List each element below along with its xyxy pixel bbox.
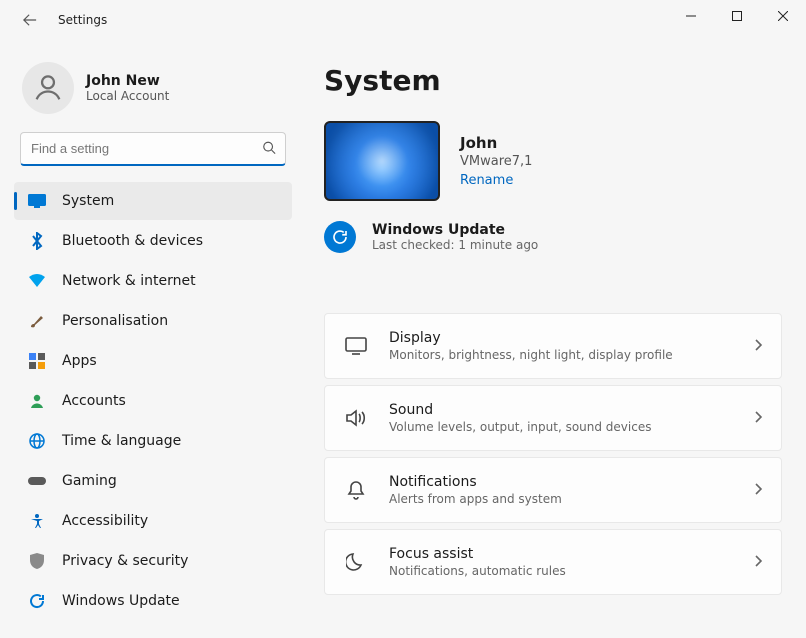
windows-update-title: Windows Update	[372, 222, 538, 238]
maximize-icon	[732, 11, 742, 21]
sidebar-item-privacy-security[interactable]: Privacy & security	[14, 542, 292, 580]
main: System John VMware7,1 Rename Windows Upd…	[300, 40, 806, 638]
sidebar-item-label: Network & internet	[62, 273, 196, 289]
back-arrow-icon	[23, 13, 37, 27]
card-sound[interactable]: Sound Volume levels, output, input, soun…	[324, 385, 782, 451]
bluetooth-icon	[28, 232, 46, 250]
rename-link[interactable]: Rename	[460, 173, 513, 188]
sidebar-item-network-internet[interactable]: Network & internet	[14, 262, 292, 300]
minimize-icon	[686, 11, 696, 21]
card-title: Display	[389, 330, 753, 346]
card-texts: Notifications Alerts from apps and syste…	[389, 474, 753, 506]
window-controls	[668, 0, 806, 32]
sidebar-item-windows-update[interactable]: Windows Update	[14, 582, 292, 620]
close-button[interactable]	[760, 0, 806, 32]
sidebar-item-label: Personalisation	[62, 313, 168, 329]
device-row: John VMware7,1 Rename	[324, 121, 782, 201]
brush-icon	[28, 312, 46, 330]
search-input[interactable]	[20, 132, 286, 166]
device-model: VMware7,1	[460, 154, 532, 169]
sidebar: John New Local Account System Bluetooth …	[0, 40, 300, 638]
card-focus-assist[interactable]: Focus assist Notifications, automatic ru…	[324, 529, 782, 595]
device-info: John VMware7,1 Rename	[460, 134, 532, 188]
globe-icon	[28, 432, 46, 450]
settings-cards: Display Monitors, brightness, night ligh…	[324, 313, 782, 595]
body: John New Local Account System Bluetooth …	[0, 40, 806, 638]
chevron-right-icon	[753, 337, 763, 356]
sidebar-item-label: Gaming	[62, 473, 117, 489]
profile-name: John New	[86, 73, 169, 89]
windows-update-row[interactable]: Windows Update Last checked: 1 minute ag…	[324, 221, 782, 253]
card-notifications[interactable]: Notifications Alerts from apps and syste…	[324, 457, 782, 523]
windows-update-icon	[324, 221, 356, 253]
card-title: Sound	[389, 402, 753, 418]
windows-update-texts: Windows Update Last checked: 1 minute ag…	[372, 222, 538, 252]
sidebar-item-accounts[interactable]: Accounts	[14, 382, 292, 420]
sidebar-item-bluetooth-devices[interactable]: Bluetooth & devices	[14, 222, 292, 260]
card-texts: Sound Volume levels, output, input, soun…	[389, 402, 753, 434]
card-title: Focus assist	[389, 546, 753, 562]
avatar	[22, 62, 74, 114]
card-desc: Monitors, brightness, night light, displ…	[389, 348, 753, 362]
sidebar-item-label: Bluetooth & devices	[62, 233, 203, 249]
chevron-right-icon	[753, 481, 763, 500]
bell-icon	[343, 480, 369, 500]
card-desc: Alerts from apps and system	[389, 492, 753, 506]
profile-texts: John New Local Account	[86, 73, 169, 103]
update-icon	[28, 592, 46, 610]
profile-block[interactable]: John New Local Account	[14, 56, 292, 132]
back-button[interactable]	[16, 6, 44, 34]
device-thumbnail	[324, 121, 440, 201]
person-icon	[28, 392, 46, 410]
nav: System Bluetooth & devices Network & int…	[14, 182, 292, 620]
sidebar-item-label: Apps	[62, 353, 97, 369]
sidebar-item-label: Accounts	[62, 393, 126, 409]
page-title: System	[324, 64, 782, 97]
update-icon	[331, 228, 349, 246]
sidebar-item-label: Privacy & security	[62, 553, 188, 569]
device-name: John	[460, 134, 532, 152]
maximize-button[interactable]	[714, 0, 760, 32]
sidebar-item-accessibility[interactable]: Accessibility	[14, 502, 292, 540]
sound-icon	[343, 409, 369, 427]
close-icon	[778, 11, 788, 21]
gamepad-icon	[28, 472, 46, 490]
window-title: Settings	[58, 13, 107, 27]
sidebar-item-personalisation[interactable]: Personalisation	[14, 302, 292, 340]
sidebar-item-apps[interactable]: Apps	[14, 342, 292, 380]
wifi-icon	[28, 272, 46, 290]
windows-update-last-checked: Last checked: 1 minute ago	[372, 238, 538, 252]
card-title: Notifications	[389, 474, 753, 490]
card-desc: Volume levels, output, input, sound devi…	[389, 420, 753, 434]
system-icon	[28, 192, 46, 210]
chevron-right-icon	[753, 553, 763, 572]
sidebar-item-time-language[interactable]: Time & language	[14, 422, 292, 460]
sidebar-item-label: System	[62, 193, 114, 209]
apps-icon	[28, 352, 46, 370]
shield-icon	[28, 552, 46, 570]
moon-icon	[343, 552, 369, 572]
sidebar-item-label: Time & language	[62, 433, 181, 449]
sidebar-item-system[interactable]: System	[14, 182, 292, 220]
card-desc: Notifications, automatic rules	[389, 564, 753, 578]
settings-window: Settings John New Local Account	[0, 0, 806, 638]
card-texts: Focus assist Notifications, automatic ru…	[389, 546, 753, 578]
minimize-button[interactable]	[668, 0, 714, 32]
profile-sub: Local Account	[86, 89, 169, 103]
sidebar-item-label: Accessibility	[62, 513, 148, 529]
search-icon	[262, 140, 276, 159]
card-texts: Display Monitors, brightness, night ligh…	[389, 330, 753, 362]
sidebar-item-gaming[interactable]: Gaming	[14, 462, 292, 500]
chevron-right-icon	[753, 409, 763, 428]
card-display[interactable]: Display Monitors, brightness, night ligh…	[324, 313, 782, 379]
display-icon	[343, 337, 369, 355]
titlebar: Settings	[0, 0, 806, 40]
sidebar-item-label: Windows Update	[62, 593, 180, 609]
search-wrap	[20, 132, 286, 166]
accessibility-icon	[28, 512, 46, 530]
person-icon	[31, 71, 65, 105]
